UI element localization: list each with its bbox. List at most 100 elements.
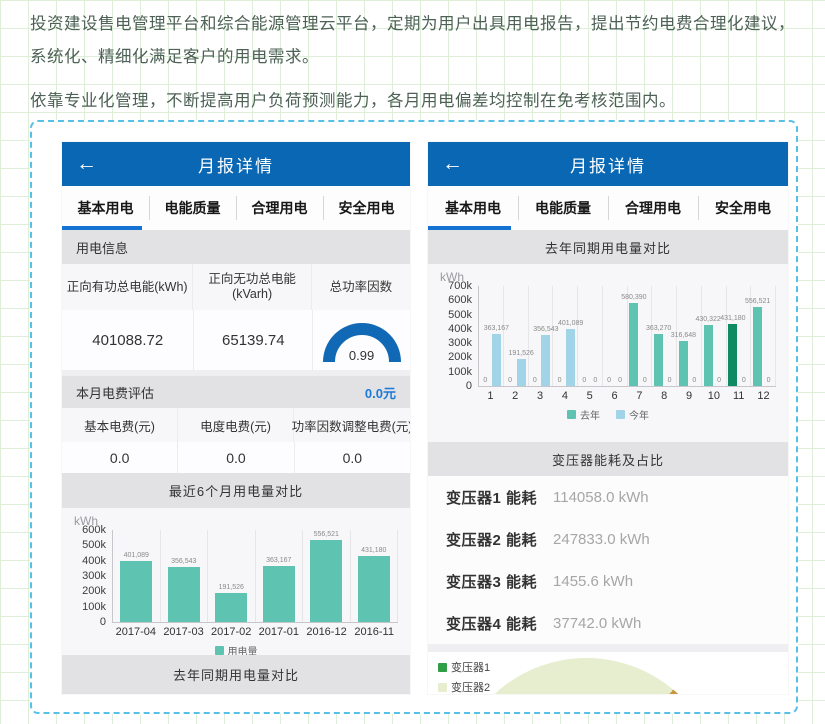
section-recent-6-months: 最近6个月用电量对比 [62,473,410,508]
bar-group: 431,180 [351,530,399,622]
tab-power-quality[interactable]: 电能质量 [149,186,236,230]
x-tick-label: 2016-12 [303,623,351,639]
tab-safe-usage[interactable]: 安全用电 [323,186,410,230]
back-arrow-icon[interactable]: ← [76,142,97,186]
y-tick-label: 500k [448,309,472,321]
x-tick-label: 2 [503,387,528,403]
transformer-label: 变压器1 能耗 [446,487,537,508]
list-item: 变压器4 能耗 37742.0 kWh [428,602,788,644]
section-title: 最近6个月用电量对比 [169,481,303,500]
pie-chart [451,658,721,694]
legend-item: 变压器1 [438,659,490,675]
bar [263,566,295,622]
section-title: 去年同期用电量对比 [545,238,671,257]
legend-swatch [438,683,447,692]
intro-paragraph-2: 依靠专业化管理，不断提高用户负荷预测能力，各月用电偏差均控制在免考核范围内。 [30,85,799,118]
bar-value-label: 0 [618,376,622,385]
bar-group: 356,543 [161,530,209,622]
tab-reasonable-usage[interactable]: 合理用电 [236,186,323,230]
tab-power-quality[interactable]: 电能质量 [518,186,608,230]
legend-item: 去年 [567,407,600,422]
bar [629,303,638,386]
tab-basic-usage[interactable]: 基本用电 [428,186,518,230]
y-tick-label: 400k [448,323,472,335]
tab-reasonable-usage[interactable]: 合理用电 [608,186,698,230]
bar [120,561,152,623]
y-tick-label: 0 [466,380,472,392]
y-tick-label: 100k [448,366,472,378]
y-tick-label: 700k [448,280,472,292]
bar [704,325,713,386]
bar-value-label: 0 [643,376,647,385]
section-bill-estimate: 本月电费评估 0.0元 [62,376,410,408]
bar [517,359,526,386]
bar-group: 0363,167 [479,286,504,386]
power-factor-cell: 0.99 [313,310,410,370]
tab-basic-usage[interactable]: 基本用电 [62,186,149,230]
y-tick-label: 600k [448,294,472,306]
bar [310,540,342,622]
usage-table-header-row: 正向有功总电能(kWh) 正向无功总电能 (kVarh) 总功率因数 [62,264,410,310]
section-usage-info: 用电信息 [62,230,410,264]
y-tick-label: 200k [82,585,106,597]
bar [753,307,762,387]
section-title: 本月电费评估 [76,383,154,402]
app-header-bar: ← 月报详情 [428,142,788,186]
section-title: 用电信息 [76,238,128,257]
intro-text-block: 投资建设售电管理平台和综合能源管理云平台，定期为用户出具用电报告，提出节约电费合… [30,8,799,129]
x-tick-label: 2017-02 [207,623,255,639]
bar [215,593,247,622]
phone-screen-left: ← 月报详情 基本用电 电能质量 合理用电 安全用电 用电信息 正向有功总电能(… [62,142,410,694]
transformer-label: 变压器3 能耗 [446,571,537,592]
phone-screen-right: ← 月报详情 基本用电 电能质量 合理用电 安全用电 去年同期用电量对比 kWh… [428,142,788,694]
transformer-value: 37742.0 kWh [553,615,641,632]
bar-value-label: 0 [508,376,512,385]
bar-group: 401,089 [113,530,161,622]
back-arrow-icon[interactable]: ← [442,142,463,186]
bar-value-label: 0 [593,376,597,385]
x-tick-label: 2016-11 [350,623,398,639]
bar-value-label: 0 [607,376,611,385]
bar-value-label: 0 [717,376,721,385]
bar-value-label: 0 [767,376,771,385]
column-header: 总功率因数 [312,264,410,310]
x-tick-label: 10 [701,387,726,403]
transformer-pie-section: 变压器1 变压器2 [428,652,788,694]
bill-table-header-row: 基本电费(元) 电度电费(元) 功率因数调整电费(元) [62,408,410,442]
bill-value: 0.0 [62,442,178,473]
tab-bar: 基本用电 电能质量 合理用电 安全用电 [428,186,788,230]
x-tick-label: 12 [751,387,776,403]
y-tick-label: 500k [82,539,106,551]
bar-group: 580,3900 [628,286,653,386]
screenshot-frame: ← 月报详情 基本用电 电能质量 合理用电 安全用电 用电信息 正向有功总电能(… [30,120,798,714]
legend-label: 今年 [629,407,649,422]
tab-safe-usage[interactable]: 安全用电 [698,186,788,230]
column-header: 功率因数调整电费(元) [294,408,410,442]
legend-swatch [616,410,625,419]
legend-label: 变压器1 [451,659,490,675]
bar-value-label: 0 [692,376,696,385]
y-tick-label: 300k [448,337,472,349]
bar-value-label: 191,526 [219,583,244,592]
bar-value-label: 0 [483,376,487,385]
bar-value-label: 0 [533,376,537,385]
x-axis: 2017-042017-032017-022017-012016-122016-… [112,623,398,639]
bar-group: 430,3220 [702,286,727,386]
column-header: 电度电费(元) [178,408,294,442]
bar [492,334,501,386]
x-axis: 123456789101112 [478,387,776,403]
section-transformer-energy: 变压器能耗及占比 [428,442,788,476]
power-factor-gauge: 0.99 [319,316,405,364]
x-tick-label: 2017-04 [112,623,160,639]
transformer-label: 变压器2 能耗 [446,529,537,550]
tab-bar: 基本用电 电能质量 合理用电 安全用电 [62,186,410,230]
transformer-value: 114058.0 kWh [553,489,649,506]
legend-swatch [438,663,447,672]
chart-legend: 去年 今年 [440,403,776,425]
bill-value: 0.0 [295,442,410,473]
plot-area: 401,089356,543191,526363,167556,521431,1… [112,530,398,623]
bar-chart-recent-6-months: kWh 600k500k400k300k200k100k0 401,089356… [62,508,410,655]
page-title: 月报详情 [570,152,646,177]
bar [728,324,737,386]
section-yoy-comparison: 去年同期用电量对比 [428,230,788,264]
